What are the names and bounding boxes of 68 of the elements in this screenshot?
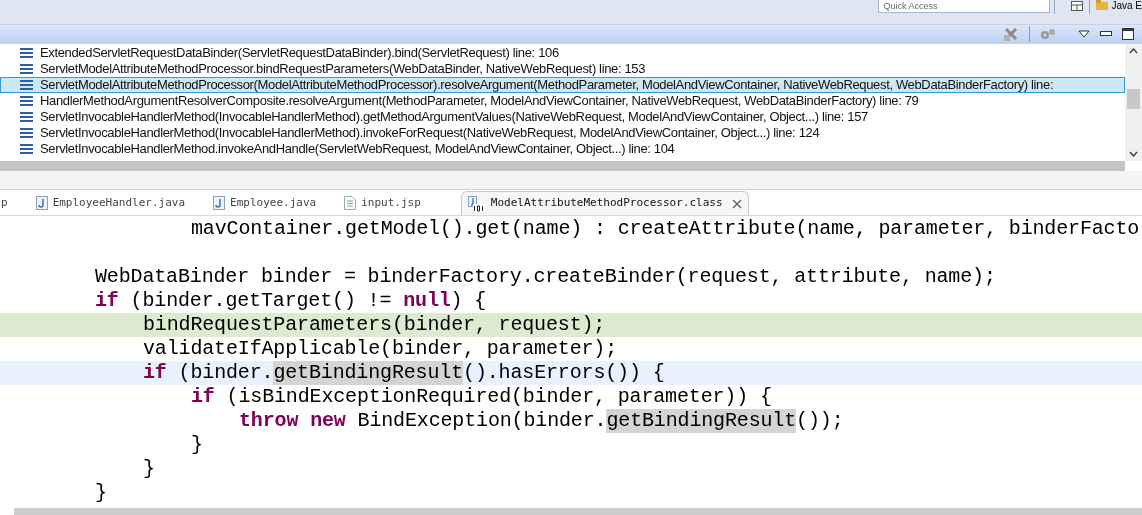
scroll-up-icon[interactable]: [1129, 48, 1138, 54]
folder-icon: [1096, 0, 1109, 10]
stack-frame-text: ServletInvocableHandlerMethod(InvocableHandlerMethod).getMethodArgumentValues(NativeWebRequest, ModelAndViewContainer, Object...) line: 157: [40, 108, 868, 127]
code-text: validateIfApplicable(binder, parameter);: [143, 337, 618, 361]
stack-frame-icon: [20, 112, 33, 122]
code-keyword: null: [403, 289, 451, 313]
stack-frame-icon: [20, 96, 33, 106]
code-occurrence: getBindingResult: [606, 409, 797, 433]
scroll-thumb[interactable]: [1127, 89, 1140, 109]
stack-frame-text: ServletInvocableHandlerMethod(InvocableHandlerMethod).invokeForRequest(NativeWebRequest, ModelAndViewContainer, Object...) line: 124: [40, 124, 820, 143]
editor-tab[interactable]: p: [1, 191, 8, 215]
stack-frame-text: ServletInvocableHandlerMethod.invokeAndHandle(ServletWebRequest, ModelAndViewContainer, Object...) line: 104: [40, 140, 675, 159]
remove-all-icon[interactable]: [1003, 26, 1019, 42]
class-file-icon: [467, 195, 486, 212]
layout-icon[interactable]: [1071, 1, 1084, 11]
code-text: bindRequestParameters(binder, request);: [143, 313, 606, 337]
editor-tab[interactable]: Employee.java: [213, 191, 317, 215]
code-keyword: new: [310, 409, 346, 433]
code-keyword: if: [191, 385, 215, 409]
minimize-icon[interactable]: [1100, 31, 1112, 37]
code-text: BindException(binder.: [356, 409, 607, 433]
stack-frame-row[interactable]: HandlerMethodArgumentResolverComposite.resolveArgument(MethodParameter, ModelAndViewContainer, NativeWebRequest, WebDataBinderFactory) line: 79: [0, 93, 1125, 109]
code-text: (binder.getTarget() !=: [129, 289, 393, 313]
editor-tab[interactable]: ModelAttributeMethodProcessor.class: [460, 191, 749, 215]
stack-frame-icon: [20, 64, 33, 74]
code-keyword: if: [143, 361, 167, 385]
code-text: }: [143, 457, 155, 481]
java-file-icon: [213, 196, 226, 210]
stack-frame-row[interactable]: ServletModelAttributeMethodProcessor.bindRequestParameters(WebDataBinder, NativeWebRequest) line: 153: [0, 61, 1125, 77]
stack-frame-row[interactable]: ServletInvocableHandlerMethod.invokeAndHandle(ServletWebRequest, ModelAndViewContainer, Object...) line: 104: [0, 141, 1125, 157]
code-text: }: [191, 433, 203, 457]
code-text: mavContainer.getModel().get(name) : createAttribute(name, parameter, binderFacto: [191, 217, 1140, 241]
view-menu-icon[interactable]: [1078, 29, 1090, 39]
code-text: WebDataBinder binder = binderFactory.createBinder(request, attribute, name);: [95, 265, 996, 289]
code-text: ) {: [450, 289, 487, 313]
editor-tab[interactable]: input.jsp: [344, 191, 421, 215]
code-text: (isBindExceptionRequired(binder, parameter)) {: [225, 385, 772, 409]
stack-frame-row[interactable]: ServletInvocableHandlerMethod(InvocableHandlerMethod).getMethodArgumentValues(NativeWebRequest, ModelAndViewContainer, Object...) line: 157: [0, 109, 1125, 125]
quick-access-field[interactable]: Quick Access: [878, 0, 1051, 13]
code-keyword: if: [95, 289, 119, 313]
stack-frame-row[interactable]: ServletModelAttributeMethodProcessor(ModelAttributeMethodProcessor).resolveArgument(MethodParameter, ModelAndViewContainer, NativeWebRequest, WebDataBinderFactory) line:: [0, 77, 1125, 93]
code-text: ());: [796, 409, 844, 433]
stack-frame-icon: [20, 48, 33, 58]
document-icon: [344, 196, 357, 210]
stack-frame-text: ExtendedServletRequestDataBinder(ServletRequestDataBinder).bind(ServletRequest) line: 106: [40, 44, 559, 63]
maximize-icon[interactable]: [1122, 28, 1134, 40]
stack-frame-text: ServletModelAttributeMethodProcessor(ModelAttributeMethodProcessor).resolveArgument(MethodParameter, ModelAndViewContainer, NativeWebRequest, WebDataBinderFactory) line:: [40, 76, 1054, 95]
code-text: }: [95, 481, 107, 504]
stack-frame-row[interactable]: ServletInvocableHandlerMethod(InvocableHandlerMethod).invokeForRequest(NativeWebRequest, ModelAndViewContainer, Object...) line: 124: [0, 125, 1125, 141]
stack-frame-icon: [20, 144, 33, 154]
perspective-label: Java E: [1111, 0, 1142, 11]
stack-frame-text: ServletModelAttributeMethodProcessor.bindRequestParameters(WebDataBinder, NativeWebRequest) line: 153: [40, 60, 646, 79]
code-keyword: throw: [239, 409, 299, 433]
stack-frame-icon: [20, 128, 33, 138]
editor-tab[interactable]: EmployeeHandler.java: [35, 191, 186, 215]
editor-scrollbar[interactable]: [14, 508, 1142, 515]
stack-frame-text: HandlerMethodArgumentResolverComposite.resolveArgument(MethodParameter, ModelAndViewContainer, NativeWebRequest, WebDataBinderFactory) line: 79: [40, 92, 919, 111]
code-text: (binder.: [177, 361, 274, 385]
scroll-down-icon[interactable]: [1129, 151, 1138, 157]
stack-frame-icon: [20, 80, 33, 90]
stack-frame-row[interactable]: ExtendedServletRequestDataBinder(ServletRequestDataBinder).bind(ServletRequest) line: 106: [0, 45, 1125, 61]
horizontal-scrollbar[interactable]: [0, 161, 1125, 171]
perspective-button[interactable]: Java E: [1096, 0, 1142, 12]
code-occurrence: getBindingResult: [273, 361, 464, 385]
close-icon[interactable]: [731, 198, 742, 209]
code-text: ().hasErrors()) {: [463, 361, 665, 385]
java-file-icon: [35, 196, 48, 210]
vertical-scrollbar[interactable]: [1125, 44, 1142, 161]
